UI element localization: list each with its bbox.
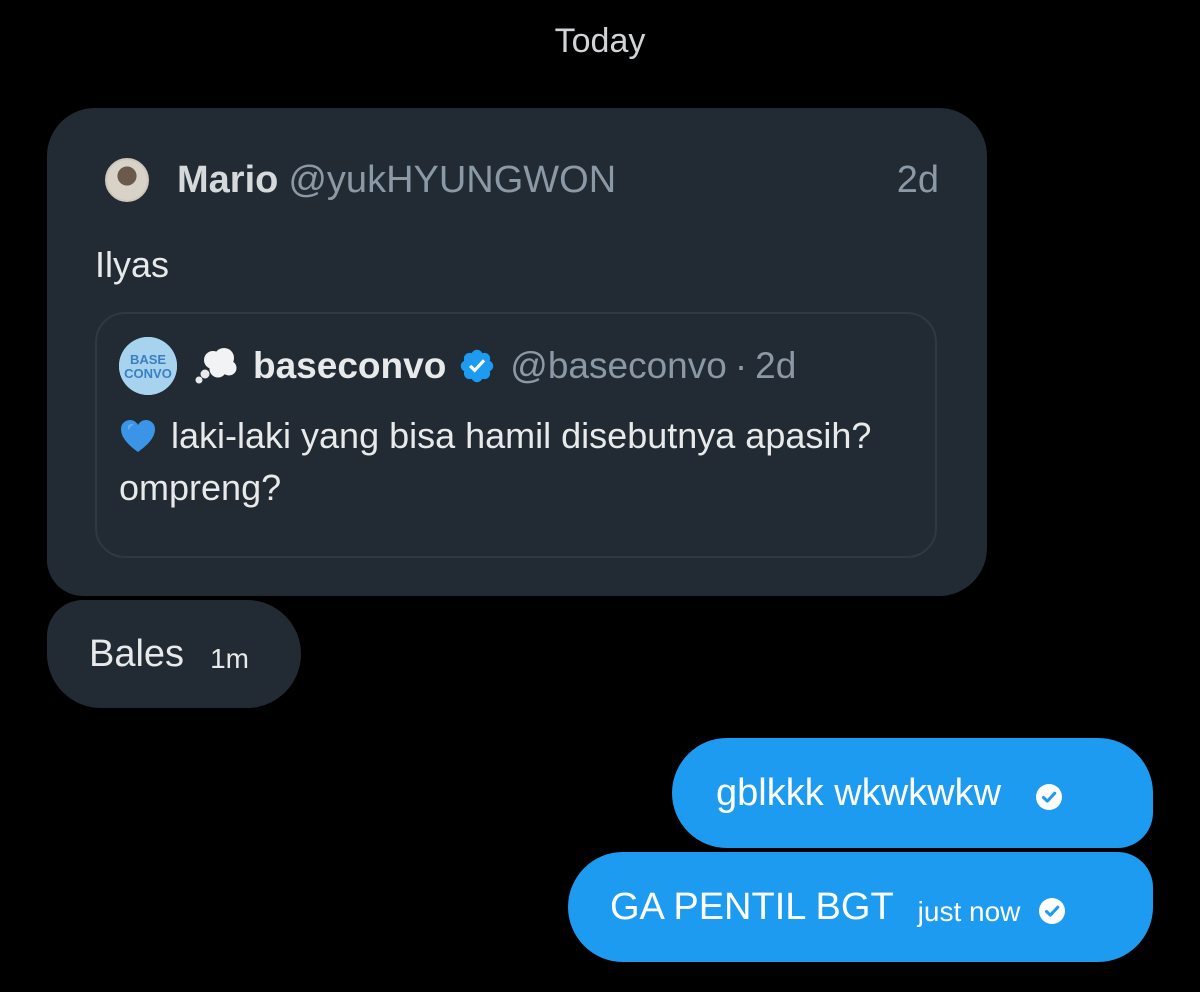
author-avatar[interactable] — [105, 158, 149, 202]
message-text: gblkkk wkwkwkw — [716, 771, 1002, 814]
dm-conversation: Today Mario @yukHYUNGWON 2d Ilyas BASE C… — [0, 0, 1200, 992]
shared-tweet-card[interactable]: Mario @yukHYUNGWON 2d Ilyas BASE CONVO b… — [47, 108, 987, 596]
blue-heart-icon — [121, 420, 155, 452]
sent-message[interactable]: gblkkk wkwkwkw — [672, 738, 1153, 848]
baseconvo-logo-icon: BASE CONVO — [119, 337, 177, 395]
quoted-author-avatar: BASE CONVO — [119, 337, 177, 395]
message-text: Bales — [89, 632, 185, 675]
dot-separator: · — [734, 345, 748, 386]
date-divider: Today — [554, 22, 646, 60]
sent-message[interactable]: GA PENTIL BGT just now — [568, 852, 1153, 962]
check-circle-icon — [1039, 898, 1066, 924]
thought-balloon-icon — [195, 348, 237, 384]
message-timestamp: 1m — [210, 643, 249, 674]
quoted-tweet-text: laki-laki yang bisa hamil disebutnya apa… — [119, 415, 872, 508]
message-timestamp: just now — [917, 896, 1021, 927]
received-message[interactable]: Bales 1m — [47, 600, 301, 708]
tweet-timestamp: 2d — [896, 158, 939, 201]
check-circle-icon — [1036, 784, 1063, 810]
tweet-text: Ilyas — [95, 244, 170, 285]
author-name[interactable]: Mario — [177, 159, 278, 202]
quoted-tweet[interactable]: BASE CONVO baseconvo @baseconvo · 2d lak… — [95, 312, 937, 558]
tweet-header: Mario @yukHYUNGWON 2d — [105, 156, 939, 204]
verified-badge-icon — [461, 349, 494, 383]
quoted-author-name[interactable]: baseconvo — [253, 345, 446, 387]
svg-text:BASE: BASE — [130, 352, 166, 367]
svg-text:CONVO: CONVO — [124, 366, 172, 381]
author-handle: @yukHYUNGWON — [288, 158, 617, 201]
quoted-tweet-text-container: laki-laki yang bisa hamil disebutnya apa… — [119, 410, 909, 514]
quoted-tweet-timestamp: 2d — [755, 345, 797, 386]
message-text: GA PENTIL BGT — [610, 885, 894, 928]
quoted-tweet-header: BASE CONVO baseconvo @baseconvo · 2d — [119, 337, 915, 395]
quoted-author-handle: @baseconvo — [510, 345, 727, 386]
